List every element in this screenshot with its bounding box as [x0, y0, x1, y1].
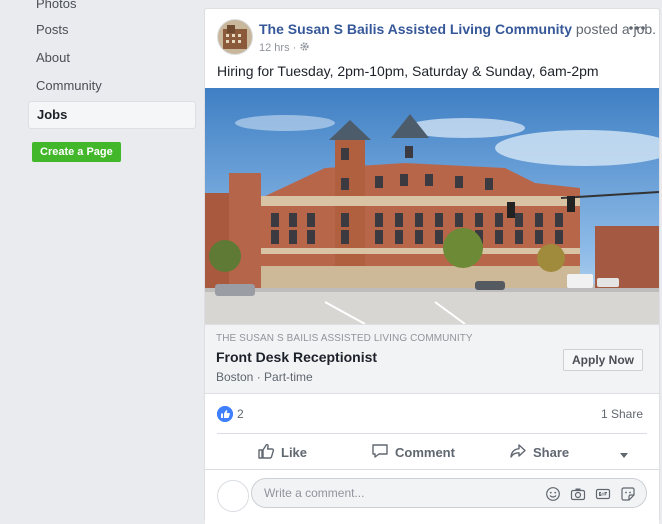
like-button[interactable]: Like	[257, 442, 307, 463]
sidebar-item-about[interactable]: About	[28, 44, 196, 72]
job-title[interactable]: Front Desk Receptionist	[216, 349, 377, 365]
sidebar-item-label: About	[36, 50, 70, 65]
thumbs-up-icon	[257, 442, 275, 463]
share-label: Share	[533, 445, 570, 460]
post-header: The Susan S Bailis Assisted Living Commu…	[217, 19, 656, 59]
job-details[interactable]: THE SUSAN S BAILIS ASSISTED LIVING COMMU…	[205, 324, 659, 394]
post-timestamp[interactable]: 12 hrs	[259, 42, 290, 54]
user-avatar	[217, 480, 249, 512]
job-post-card: The Susan S Bailis Assisted Living Commu…	[204, 8, 660, 524]
gear-icon[interactable]	[299, 41, 310, 55]
emoji-icon[interactable]	[545, 486, 561, 502]
reactions-bar: 2 1 Share	[217, 404, 647, 424]
job-location: Boston · Part-time	[216, 370, 313, 384]
comment-composer	[205, 469, 659, 524]
author-link[interactable]: The Susan S Bailis Assisted Living Commu…	[259, 21, 572, 37]
sidebar-item-label: Posts	[36, 22, 69, 37]
create-page-button[interactable]: Create a Page	[32, 142, 121, 162]
comment-tools	[545, 486, 636, 502]
author-line: The Susan S Bailis Assisted Living Commu…	[259, 21, 656, 37]
sidebar-item-posts[interactable]: Posts	[28, 16, 196, 44]
sidebar-item-label: Community	[36, 78, 102, 93]
apply-now-button[interactable]: Apply Now	[563, 349, 643, 371]
chevron-down-icon[interactable]	[619, 446, 629, 458]
page-sidebar: Photos Posts About Community Jobs Create…	[28, 0, 196, 162]
comment-field[interactable]	[251, 478, 647, 508]
sidebar-item-community[interactable]: Community	[28, 72, 196, 100]
post-text: Hiring for Tuesday, 2pm-10pm, Saturday &…	[217, 63, 599, 79]
sidebar-item-label: Jobs	[37, 107, 68, 122]
share-button[interactable]: Share	[509, 442, 569, 463]
like-label: Like	[281, 445, 308, 460]
job-photo[interactable]	[205, 88, 659, 324]
comment-icon	[371, 442, 389, 463]
camera-icon[interactable]	[570, 486, 586, 502]
comment-label: Comment	[395, 445, 455, 460]
job-company: THE SUSAN S BAILIS ASSISTED LIVING COMMU…	[216, 333, 473, 344]
like-reaction-icon[interactable]	[217, 406, 233, 422]
page-avatar[interactable]	[217, 19, 253, 55]
sidebar-item-jobs[interactable]: Jobs	[28, 101, 196, 129]
comment-button[interactable]: Comment	[371, 442, 455, 463]
comment-input[interactable]	[262, 485, 516, 501]
reaction-count[interactable]: 2	[237, 407, 244, 421]
gif-icon[interactable]	[595, 486, 611, 502]
post-actions: Like Comment Share	[217, 433, 647, 470]
post-meta: 12 hrs ·	[259, 41, 310, 55]
sidebar-item-photos[interactable]: Photos	[28, 0, 196, 12]
more-options-icon[interactable]	[627, 21, 647, 35]
share-icon	[509, 442, 527, 463]
sidebar-item-label: Photos	[36, 0, 77, 11]
sticker-icon[interactable]	[620, 486, 636, 502]
share-count[interactable]: 1 Share	[601, 407, 643, 421]
